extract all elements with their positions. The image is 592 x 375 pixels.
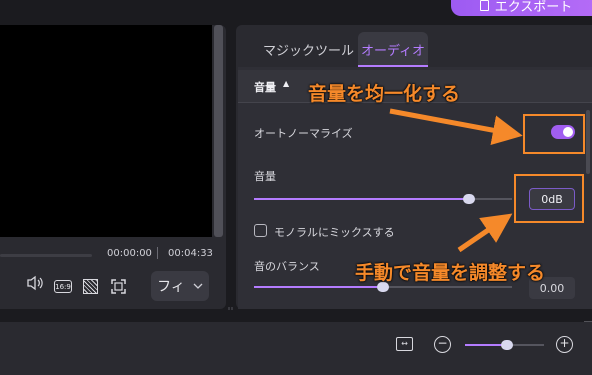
- tab-audio[interactable]: オーディオ: [358, 32, 428, 66]
- zoom-in-icon[interactable]: +: [556, 336, 573, 353]
- fit-dropdown-value: フィ: [157, 279, 185, 295]
- auto-normalize-label: オートノーマライズ: [254, 127, 353, 140]
- zoom-out-icon[interactable]: −: [434, 336, 451, 353]
- volume-slider-fill: [254, 198, 469, 200]
- export-icon: [479, 0, 489, 11]
- annotation-manual-adjust: 手動で音量を調整する: [355, 262, 546, 284]
- tab-magic-tools[interactable]: マジックツール: [263, 40, 354, 59]
- resize-handle-icon[interactable]: [584, 312, 592, 326]
- fullscreen-icon[interactable]: [111, 279, 126, 294]
- snapshot-icon[interactable]: [83, 279, 98, 294]
- bottom-strip: [0, 310, 592, 322]
- chevron-down-icon: [193, 281, 203, 292]
- export-label: エクスポート: [494, 0, 573, 15]
- total-time: 00:04:33: [168, 248, 213, 259]
- volume-slider-thumb[interactable]: [463, 194, 475, 204]
- current-time: 00:00:00: [107, 248, 152, 259]
- highlight-box-toggle: [523, 114, 585, 154]
- balance-slider-fill: [254, 286, 383, 288]
- balance-label: 音のバランス: [254, 260, 320, 273]
- export-button[interactable]: エクスポート: [451, 0, 592, 16]
- panel-splitter-handle[interactable]: [228, 300, 234, 315]
- highlight-box-volume: [514, 174, 584, 223]
- fit-timeline-icon[interactable]: ↔: [396, 337, 413, 351]
- time-separator: [157, 247, 158, 259]
- mono-mix-label: モノラルにミックスする: [274, 226, 395, 239]
- video-preview[interactable]: [0, 25, 212, 237]
- playback-progress-bar[interactable]: [0, 254, 92, 257]
- caret-up-icon[interactable]: ▲: [283, 79, 289, 88]
- speaker-icon[interactable]: [26, 275, 44, 295]
- section-title: 音量: [254, 81, 276, 94]
- tab-audio-label: オーディオ: [360, 43, 426, 59]
- player-scrollbar[interactable]: [214, 25, 223, 237]
- fit-dropdown[interactable]: フィ: [151, 271, 209, 301]
- panel-scrollbar[interactable]: [586, 110, 590, 174]
- volume-label: 音量: [254, 170, 276, 183]
- annotation-normalize: 音量を均一化する: [308, 83, 461, 105]
- zoom-slider-thumb[interactable]: [501, 340, 513, 350]
- aspect-ratio-icon[interactable]: 16:9: [54, 280, 72, 293]
- mono-mix-checkbox[interactable]: [254, 224, 267, 237]
